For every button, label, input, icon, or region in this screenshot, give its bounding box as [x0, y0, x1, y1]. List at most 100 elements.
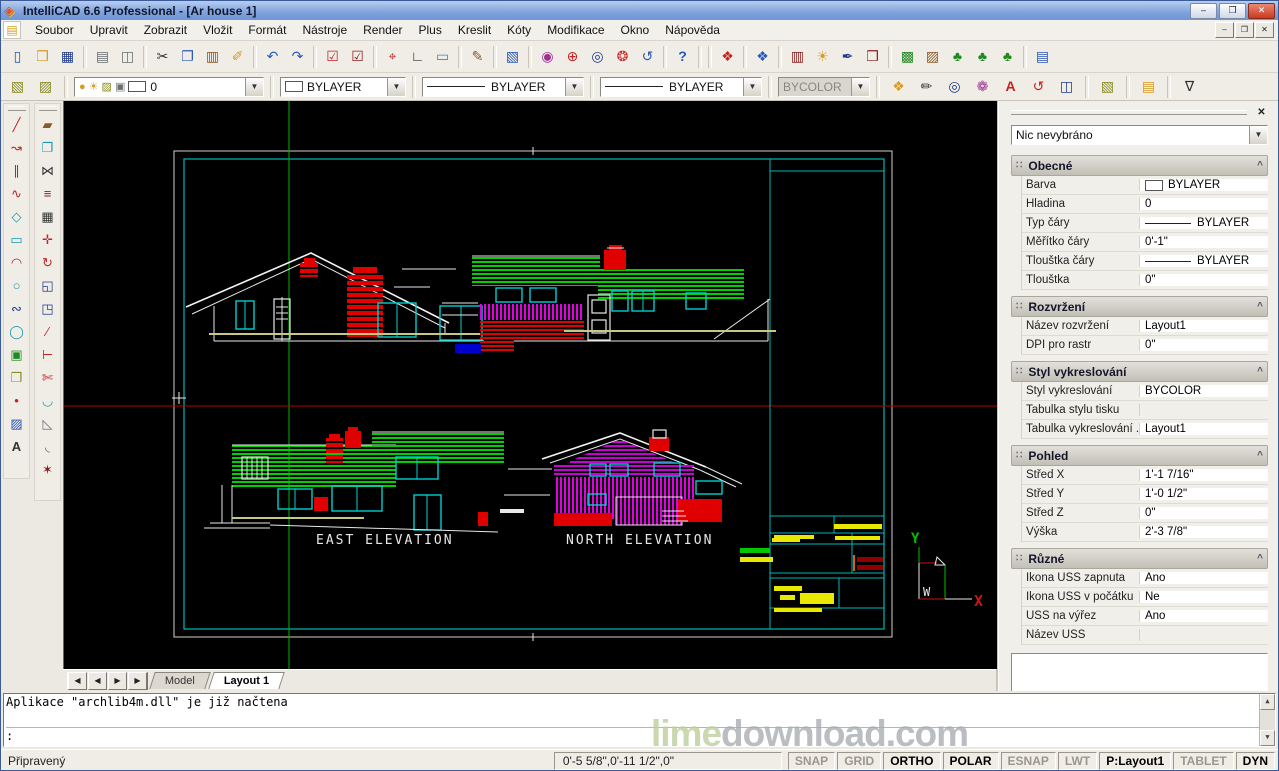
- erase-icon[interactable]: ▰: [36, 114, 59, 137]
- toolbar-grip[interactable]: [8, 106, 26, 111]
- make-block-icon[interactable]: ❒: [5, 367, 28, 390]
- panel-close-icon[interactable]: ✕: [1255, 107, 1268, 118]
- collapse-icon[interactable]: ^: [1257, 450, 1263, 461]
- format-painter-icon[interactable]: ✐: [225, 44, 250, 69]
- lineweight-dropdown-icon[interactable]: ▼: [743, 78, 761, 96]
- ellipse-icon[interactable]: ◯: [5, 321, 28, 344]
- coordinate-icon[interactable]: ∟: [405, 44, 430, 69]
- menu-render[interactable]: Render: [355, 21, 410, 39]
- selection-combobox[interactable]: Nic nevybráno ▼: [1011, 125, 1268, 145]
- section-header-ruzne[interactable]: ∷ Různé ^: [1011, 548, 1268, 569]
- command-history[interactable]: Aplikace "archlib4m.dll" je již načtena: [6, 695, 1259, 728]
- next-tab-button[interactable]: ▶: [108, 672, 127, 690]
- new-icon[interactable]: ▯: [5, 44, 30, 69]
- section-header-pohled[interactable]: ∷ Pohled ^: [1011, 445, 1268, 466]
- property-row-tloustka[interactable]: Tlouštka 0": [1022, 271, 1268, 290]
- landscape-edit-icon[interactable]: ▨: [920, 44, 945, 69]
- command-prompt[interactable]: :: [6, 727, 1259, 745]
- polyline-icon[interactable]: ↝: [5, 137, 28, 160]
- layer-previous-icon[interactable]: ▨: [33, 74, 58, 99]
- collapse-icon[interactable]: ^: [1257, 301, 1263, 312]
- ucs-icon-toggle[interactable]: ↺: [1026, 74, 1051, 99]
- section-header-rozvrzeni[interactable]: ∷ Rozvržení ^: [1011, 296, 1268, 317]
- tree-new-icon[interactable]: ♣: [945, 44, 970, 69]
- line-icon[interactable]: ╱: [5, 114, 28, 137]
- menu-zobrazit[interactable]: Zobrazit: [136, 21, 195, 39]
- property-row-hladina[interactable]: Hladina 0: [1022, 195, 1268, 214]
- insert-block-icon[interactable]: ▣: [5, 344, 28, 367]
- zoom-previous-icon[interactable]: ↺: [635, 44, 660, 69]
- menu-upravit[interactable]: Upravit: [82, 21, 136, 39]
- materials-icon[interactable]: ▥: [785, 44, 810, 69]
- property-row-ikona-uss-zapnuta[interactable]: Ikona USS zapnuta Ano: [1022, 569, 1268, 588]
- collapse-icon[interactable]: ^: [1257, 366, 1263, 377]
- arc-icon[interactable]: ◠: [5, 252, 28, 275]
- drag-grip-icon[interactable]: ∷: [1016, 450, 1022, 461]
- sketch-icon[interactable]: ✎: [465, 44, 490, 69]
- layer-combobox[interactable]: ● ☀ ▨ ▣ 0 ▼: [74, 77, 264, 97]
- text-icon[interactable]: A: [5, 436, 28, 459]
- menu-okno[interactable]: Okno: [613, 21, 658, 39]
- undo-icon[interactable]: ↶: [260, 44, 285, 69]
- paste-icon[interactable]: ▥: [200, 44, 225, 69]
- mdi-minimize-button[interactable]: –: [1215, 22, 1234, 38]
- drag-grip-icon[interactable]: ∷: [1016, 553, 1022, 564]
- layers-icon[interactable]: ▧: [5, 74, 30, 99]
- tab-layout1[interactable]: Layout 1: [208, 672, 285, 689]
- lineweight-combobox[interactable]: BYLAYER ▼: [600, 77, 762, 97]
- tree-edit-icon[interactable]: ♣: [970, 44, 995, 69]
- menu-vlozit[interactable]: Vložit: [195, 21, 240, 39]
- viewport-icon[interactable]: ◫: [1054, 74, 1079, 99]
- toggle-lwt[interactable]: LWT: [1058, 752, 1097, 770]
- point-icon[interactable]: •: [5, 390, 28, 413]
- explorer-icon[interactable]: ▧: [500, 44, 525, 69]
- print-icon[interactable]: ▤: [90, 44, 115, 69]
- toggle-dyn[interactable]: DYN: [1236, 752, 1275, 770]
- property-row-ikona-uss-pocatek[interactable]: Ikona USS v počátku Ne: [1022, 588, 1268, 607]
- mdi-restore-button[interactable]: ❐: [1235, 22, 1254, 38]
- statistics-icon[interactable]: ▤: [1030, 44, 1055, 69]
- toolbar-grip[interactable]: [39, 106, 57, 111]
- menu-napoveda[interactable]: Nápověda: [657, 21, 728, 39]
- copy-icon[interactable]: ❐: [175, 44, 200, 69]
- mdi-close-button[interactable]: ✕: [1255, 22, 1274, 38]
- property-row-tabulka-tisku[interactable]: Tabulka stylu tisku: [1022, 401, 1268, 420]
- filter-icon[interactable]: ∇: [1177, 74, 1202, 99]
- zoom-window-icon[interactable]: ◎: [585, 44, 610, 69]
- linetype-combobox[interactable]: BYLAYER ▼: [422, 77, 584, 97]
- maximize-button[interactable]: ❐: [1219, 3, 1246, 19]
- lights-icon[interactable]: ☀: [810, 44, 835, 69]
- rectangle-icon[interactable]: ▭: [5, 229, 28, 252]
- menu-soubor[interactable]: Soubor: [27, 21, 82, 39]
- circle-icon[interactable]: ○: [5, 275, 28, 298]
- document-icon[interactable]: ▤: [3, 21, 21, 39]
- redo-icon[interactable]: ↷: [285, 44, 310, 69]
- stretch-icon[interactable]: ◳: [36, 298, 59, 321]
- spline-icon[interactable]: ∾: [5, 298, 28, 321]
- polygon-icon[interactable]: ◇: [5, 206, 28, 229]
- property-row-dpi[interactable]: DPI pro rastr 0": [1022, 336, 1268, 355]
- toggle-ortho[interactable]: ORTHO: [883, 752, 940, 770]
- minimize-button[interactable]: –: [1190, 3, 1217, 19]
- property-row-styl-vykreslovani[interactable]: Styl vykreslování BYCOLOR: [1022, 382, 1268, 401]
- tree-library-icon[interactable]: ♣: [995, 44, 1020, 69]
- zoom-extents-icon[interactable]: ❂: [610, 44, 635, 69]
- property-row-tloustka-cary[interactable]: Tlouštka čáry BYLAYER: [1022, 252, 1268, 271]
- edit-properties-icon[interactable]: ✏: [914, 74, 939, 99]
- ruler-icon[interactable]: ▭: [430, 44, 455, 69]
- open-icon[interactable]: ❒: [30, 44, 55, 69]
- property-row-tabulka-vykreslovani[interactable]: Tabulka vykreslování ... Layout1: [1022, 420, 1268, 439]
- section-header-styl[interactable]: ∷ Styl vykreslování ^: [1011, 361, 1268, 382]
- menu-kreslit[interactable]: Kreslit: [450, 21, 499, 39]
- toggle-paperspace[interactable]: P:Layout1: [1099, 752, 1171, 770]
- scroll-down-icon[interactable]: ▼: [1260, 730, 1275, 746]
- property-row-typ-cary[interactable]: Typ čáry BYLAYER: [1022, 214, 1268, 233]
- color-dropdown-icon[interactable]: ▼: [387, 78, 405, 96]
- collapse-icon[interactable]: ^: [1257, 160, 1263, 171]
- collapse-icon[interactable]: ^: [1257, 553, 1263, 564]
- array-icon[interactable]: ▦: [36, 206, 59, 229]
- scale-icon[interactable]: ◱: [36, 275, 59, 298]
- spell-check-icon[interactable]: ☑: [320, 44, 345, 69]
- property-row-stred-x[interactable]: Střed X 1'-1 7/16": [1022, 466, 1268, 485]
- toggle-polar[interactable]: POLAR: [943, 752, 999, 770]
